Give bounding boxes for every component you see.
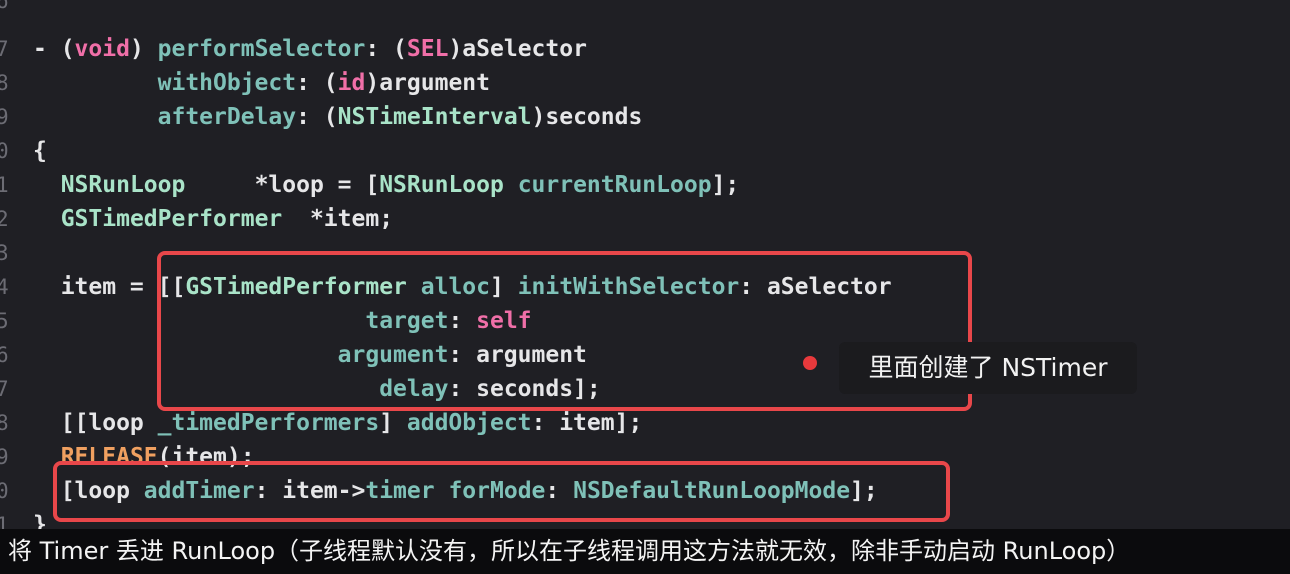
code-token: NSRunLoop: [60, 172, 186, 198]
line-number: 9: [0, 105, 9, 129]
code-token: withObject: [157, 70, 297, 96]
subtitle-caption: 将 Timer 丢进 RunLoop（子线程默认没有，所以在子线程调用这方法就无…: [0, 529, 1290, 574]
line-number: 2: [0, 207, 9, 231]
line-number: 6: [0, 0, 9, 13]
code-token: *loop = [: [185, 172, 380, 198]
code-token: performSelector: [157, 36, 366, 62]
code-token: id: [337, 70, 366, 96]
line-number: 1: [0, 173, 9, 197]
code-token: NSRunLoop: [379, 172, 504, 198]
code-token: addObject: [406, 410, 532, 436]
code-token: currentRunLoop: [517, 172, 712, 198]
line-number: 7: [0, 377, 9, 401]
code-token: [[loop: [33, 410, 158, 436]
code-token: *item;: [282, 206, 394, 232]
code-line[interactable]: [[loop _timedPerformers] addObject: item…: [33, 406, 643, 440]
line-number: 6: [0, 343, 9, 367]
line-number: 0: [0, 139, 9, 163]
line-number: 8: [0, 411, 9, 435]
red-dot-icon: [803, 356, 817, 370]
code-token: : (: [296, 70, 338, 96]
code-line[interactable]: GSTimedPerformer *item;: [33, 202, 393, 236]
line-number: 5: [0, 309, 9, 333]
code-token: afterDelay: [157, 104, 297, 130]
code-token: ];: [711, 172, 740, 198]
code-token: _timedPerformers: [157, 410, 380, 436]
code-line[interactable]: afterDelay: (NSTimeInterval)seconds: [33, 100, 643, 134]
code-token: SEL: [406, 36, 449, 62]
callout-tooltip: 里面创建了 NSTimer: [839, 342, 1137, 394]
line-number-gutter: 6 7 8 9 0 1 2 3 4 5 6 7 8 9 0 1: [0, 0, 14, 574]
code-token: - (: [33, 36, 75, 62]
code-line[interactable]: NSRunLoop *loop = [NSRunLoop currentRunL…: [33, 168, 740, 202]
code-token: )seconds: [531, 104, 643, 130]
code-token: void: [74, 36, 130, 62]
highlight-box-addtimer: [53, 461, 950, 522]
code-line[interactable]: - (void) performSelector: (SEL)aSelector: [33, 32, 587, 66]
code-token: )argument: [365, 70, 490, 96]
line-number: 0: [0, 479, 9, 503]
code-token: )aSelector: [448, 36, 587, 62]
code-token: {: [33, 138, 47, 164]
line-number: 3: [0, 241, 9, 265]
code-token: : (: [365, 36, 407, 62]
code-token: NSTimeInterval: [337, 104, 532, 130]
line-number: 9: [0, 445, 9, 469]
code-token: GSTimedPerformer: [60, 206, 283, 232]
code-line[interactable]: withObject: (id)argument: [33, 66, 490, 100]
code-token: : (: [296, 104, 338, 130]
code-editor[interactable]: 6 7 8 9 0 1 2 3 4 5 6 7 8 9 0 1 - (void)…: [0, 0, 1290, 574]
line-number: 4: [0, 275, 9, 299]
line-number: 7: [0, 37, 9, 61]
code-token: ]: [379, 410, 407, 436]
code-line[interactable]: {: [33, 134, 47, 168]
code-token: ): [129, 36, 158, 62]
line-number: 8: [0, 71, 9, 95]
code-token: : item];: [531, 410, 643, 436]
